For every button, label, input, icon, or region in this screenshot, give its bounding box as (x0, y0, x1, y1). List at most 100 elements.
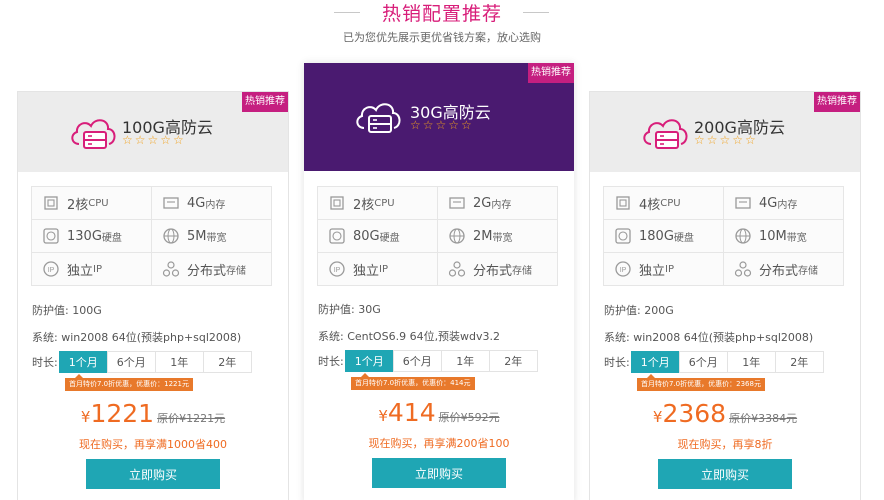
duration-option-1month[interactable]: 1个月 (344, 350, 394, 372)
price-row: ¥1221 原价¥1221元 (18, 399, 288, 428)
product-card-30g: 热销推荐 30G高防云 ☆☆☆☆☆ 2核 CPU 2G 内存 80G 硬盘 2M… (304, 63, 574, 500)
system-info: 系统: win2008 64位(预装php+sql2008) (604, 331, 814, 344)
product-card-100g: 热销推荐 100G高防云 ☆☆☆☆☆ 2核CPU 4G内存 130G硬盘 (17, 91, 289, 500)
rating-stars: ☆☆☆☆☆ (694, 133, 758, 147)
product-card-200g: 热销推荐 200G高防云 ☆☆☆☆☆ 4核CPU 4G内存 180G硬盘 (589, 91, 861, 500)
spec-disk: 130G 硬盘 (32, 220, 152, 253)
spec-storage: 分布式 存储 (724, 253, 844, 286)
spec-cpu: 2核 CPU (318, 187, 438, 220)
duration-option-6month[interactable]: 6个月 (106, 351, 156, 373)
original-price: 原价¥592元 (438, 411, 500, 424)
duration-option-6month[interactable]: 6个月 (392, 350, 442, 372)
section-header: 热销配置推荐 已为您优先展示更优省钱方案，放心选购 (0, 0, 884, 50)
spec-bandwidth: 2M 带宽 (438, 220, 558, 253)
protection-value: 防护值: 200G (604, 304, 674, 317)
system-info: 系统: CentOS6.9 64位,预装wdv3.2 (318, 330, 501, 343)
price: 2368 (662, 399, 727, 428)
ip-icon: IP (43, 261, 59, 277)
distributed-icon (734, 261, 752, 277)
hot-badge: 热销推荐 (814, 92, 860, 112)
spec-memory: 4G 内存 (724, 187, 844, 220)
duration-option-1year[interactable]: 1年 (726, 351, 776, 373)
spec-memory: 2G 内存 (438, 187, 558, 220)
title-divider-right (523, 12, 549, 13)
duration-selector: 时长: 1个月 6个月 1年 2年 (604, 351, 824, 373)
ip-icon: IP (329, 261, 345, 277)
spec-disk: 180G 硬盘 (604, 220, 724, 253)
duration-option-2year[interactable]: 2年 (488, 350, 538, 372)
deal-text: 现在购买，再享满200省100 (368, 437, 510, 450)
cloud-server-icon (71, 119, 116, 149)
buy-now-button[interactable]: 立即购买 (86, 459, 220, 489)
spec-storage: 分布式 存储 (152, 253, 272, 286)
protection-value: 防护值: 30G (318, 303, 381, 316)
price: 414 (387, 398, 436, 427)
promo-tooltip: 首月特价7.0折优惠，优惠价：1221元 (65, 374, 193, 391)
spec-bandwidth: 5M 带宽 (152, 220, 272, 253)
globe-icon (449, 228, 465, 244)
disk-icon (329, 228, 345, 244)
buy-now-button[interactable]: 立即购买 (658, 459, 792, 489)
duration-option-1year[interactable]: 1年 (154, 351, 204, 373)
card-header: 热销推荐 30G高防云 ☆☆☆☆☆ (304, 63, 574, 171)
memory-icon (735, 197, 751, 209)
spec-grid: 4核 CPU 4G 内存 180G 硬盘 10M 带宽 IP 独立 IP 分布式… (603, 186, 844, 286)
spec-grid: 2核 CPU 2G 内存 80G 硬盘 2M 带宽 IP 独立 IP 分布式 存… (317, 186, 558, 286)
page-subtitle: 已为您优先展示更优省钱方案，放心选购 (343, 31, 541, 44)
cpu-icon (44, 196, 58, 210)
promo-tooltip: 首月特价7.0折优惠，优惠价：2368元 (637, 374, 765, 391)
buy-now-button[interactable]: 立即购买 (372, 458, 506, 488)
currency-symbol: ¥ (378, 407, 388, 425)
ip-icon: IP (615, 261, 631, 277)
duration-option-2year[interactable]: 2年 (202, 351, 252, 373)
duration-selector: 时长: 1个月 6个月 1年 2年 (318, 350, 538, 372)
card-header: 热销推荐 200G高防云 ☆☆☆☆☆ (590, 92, 860, 172)
memory-icon (163, 197, 179, 209)
original-price: 原价¥3384元 (729, 412, 798, 425)
spec-storage: 分布式 存储 (438, 253, 558, 286)
duration-option-6month[interactable]: 6个月 (678, 351, 728, 373)
price-row: ¥414 原价¥592元 (304, 398, 574, 427)
spec-ip: IP 独立 IP (604, 253, 724, 286)
distributed-icon (162, 261, 180, 277)
system-info: 系统: win2008 64位(预装php+sql2008) (32, 331, 242, 344)
cloud-server-icon (356, 103, 401, 133)
svg-text:IP: IP (48, 267, 55, 274)
disk-icon (43, 228, 59, 244)
globe-icon (735, 228, 751, 244)
memory-icon (449, 197, 465, 209)
deal-text: 现在购买，再享满1000省400 (79, 438, 227, 451)
distributed-icon (448, 261, 466, 277)
spec-cpu: 2核 CPU (32, 187, 152, 220)
protection-value: 防护值: 100G (32, 304, 102, 317)
rating-stars: ☆☆☆☆☆ (410, 118, 474, 132)
page-title: 热销配置推荐 (381, 3, 502, 25)
spec-ip: IP 独立 IP (318, 253, 438, 286)
price-row: ¥2368 原价¥3384元 (590, 399, 860, 428)
hot-badge: 热销推荐 (242, 92, 288, 112)
hot-badge: 热销推荐 (528, 63, 574, 83)
spec-memory: 4G 内存 (152, 187, 272, 220)
duration-selector: 时长: 1个月 6个月 1年 2年 (32, 351, 252, 373)
spec-bandwidth: 10M 带宽 (724, 220, 844, 253)
spec-ip: IP 独立 IP (32, 253, 152, 286)
duration-option-1month[interactable]: 1个月 (58, 351, 108, 373)
cpu-icon (616, 196, 630, 210)
duration-option-1month[interactable]: 1个月 (630, 351, 680, 373)
price: 1221 (90, 399, 155, 428)
disk-icon (615, 228, 631, 244)
original-price: 原价¥1221元 (157, 412, 226, 425)
duration-option-1year[interactable]: 1年 (440, 350, 490, 372)
spec-cpu: 4核 CPU (604, 187, 724, 220)
cloud-server-icon (643, 119, 688, 149)
deal-text: 现在购买，再享8折 (677, 438, 773, 451)
rating-stars: ☆☆☆☆☆ (122, 133, 186, 147)
spec-grid: 2核 CPU 4G 内存 130G 硬盘 5M 带宽 IP 独立 IP 分布式 … (31, 186, 272, 286)
duration-option-2year[interactable]: 2年 (774, 351, 824, 373)
svg-text:IP: IP (334, 267, 341, 274)
globe-icon (163, 228, 179, 244)
cpu-icon (330, 196, 344, 210)
promo-tooltip: 首月特价7.0折优惠，优惠价：414元 (351, 373, 475, 390)
svg-text:IP: IP (620, 267, 627, 274)
spec-disk: 80G 硬盘 (318, 220, 438, 253)
